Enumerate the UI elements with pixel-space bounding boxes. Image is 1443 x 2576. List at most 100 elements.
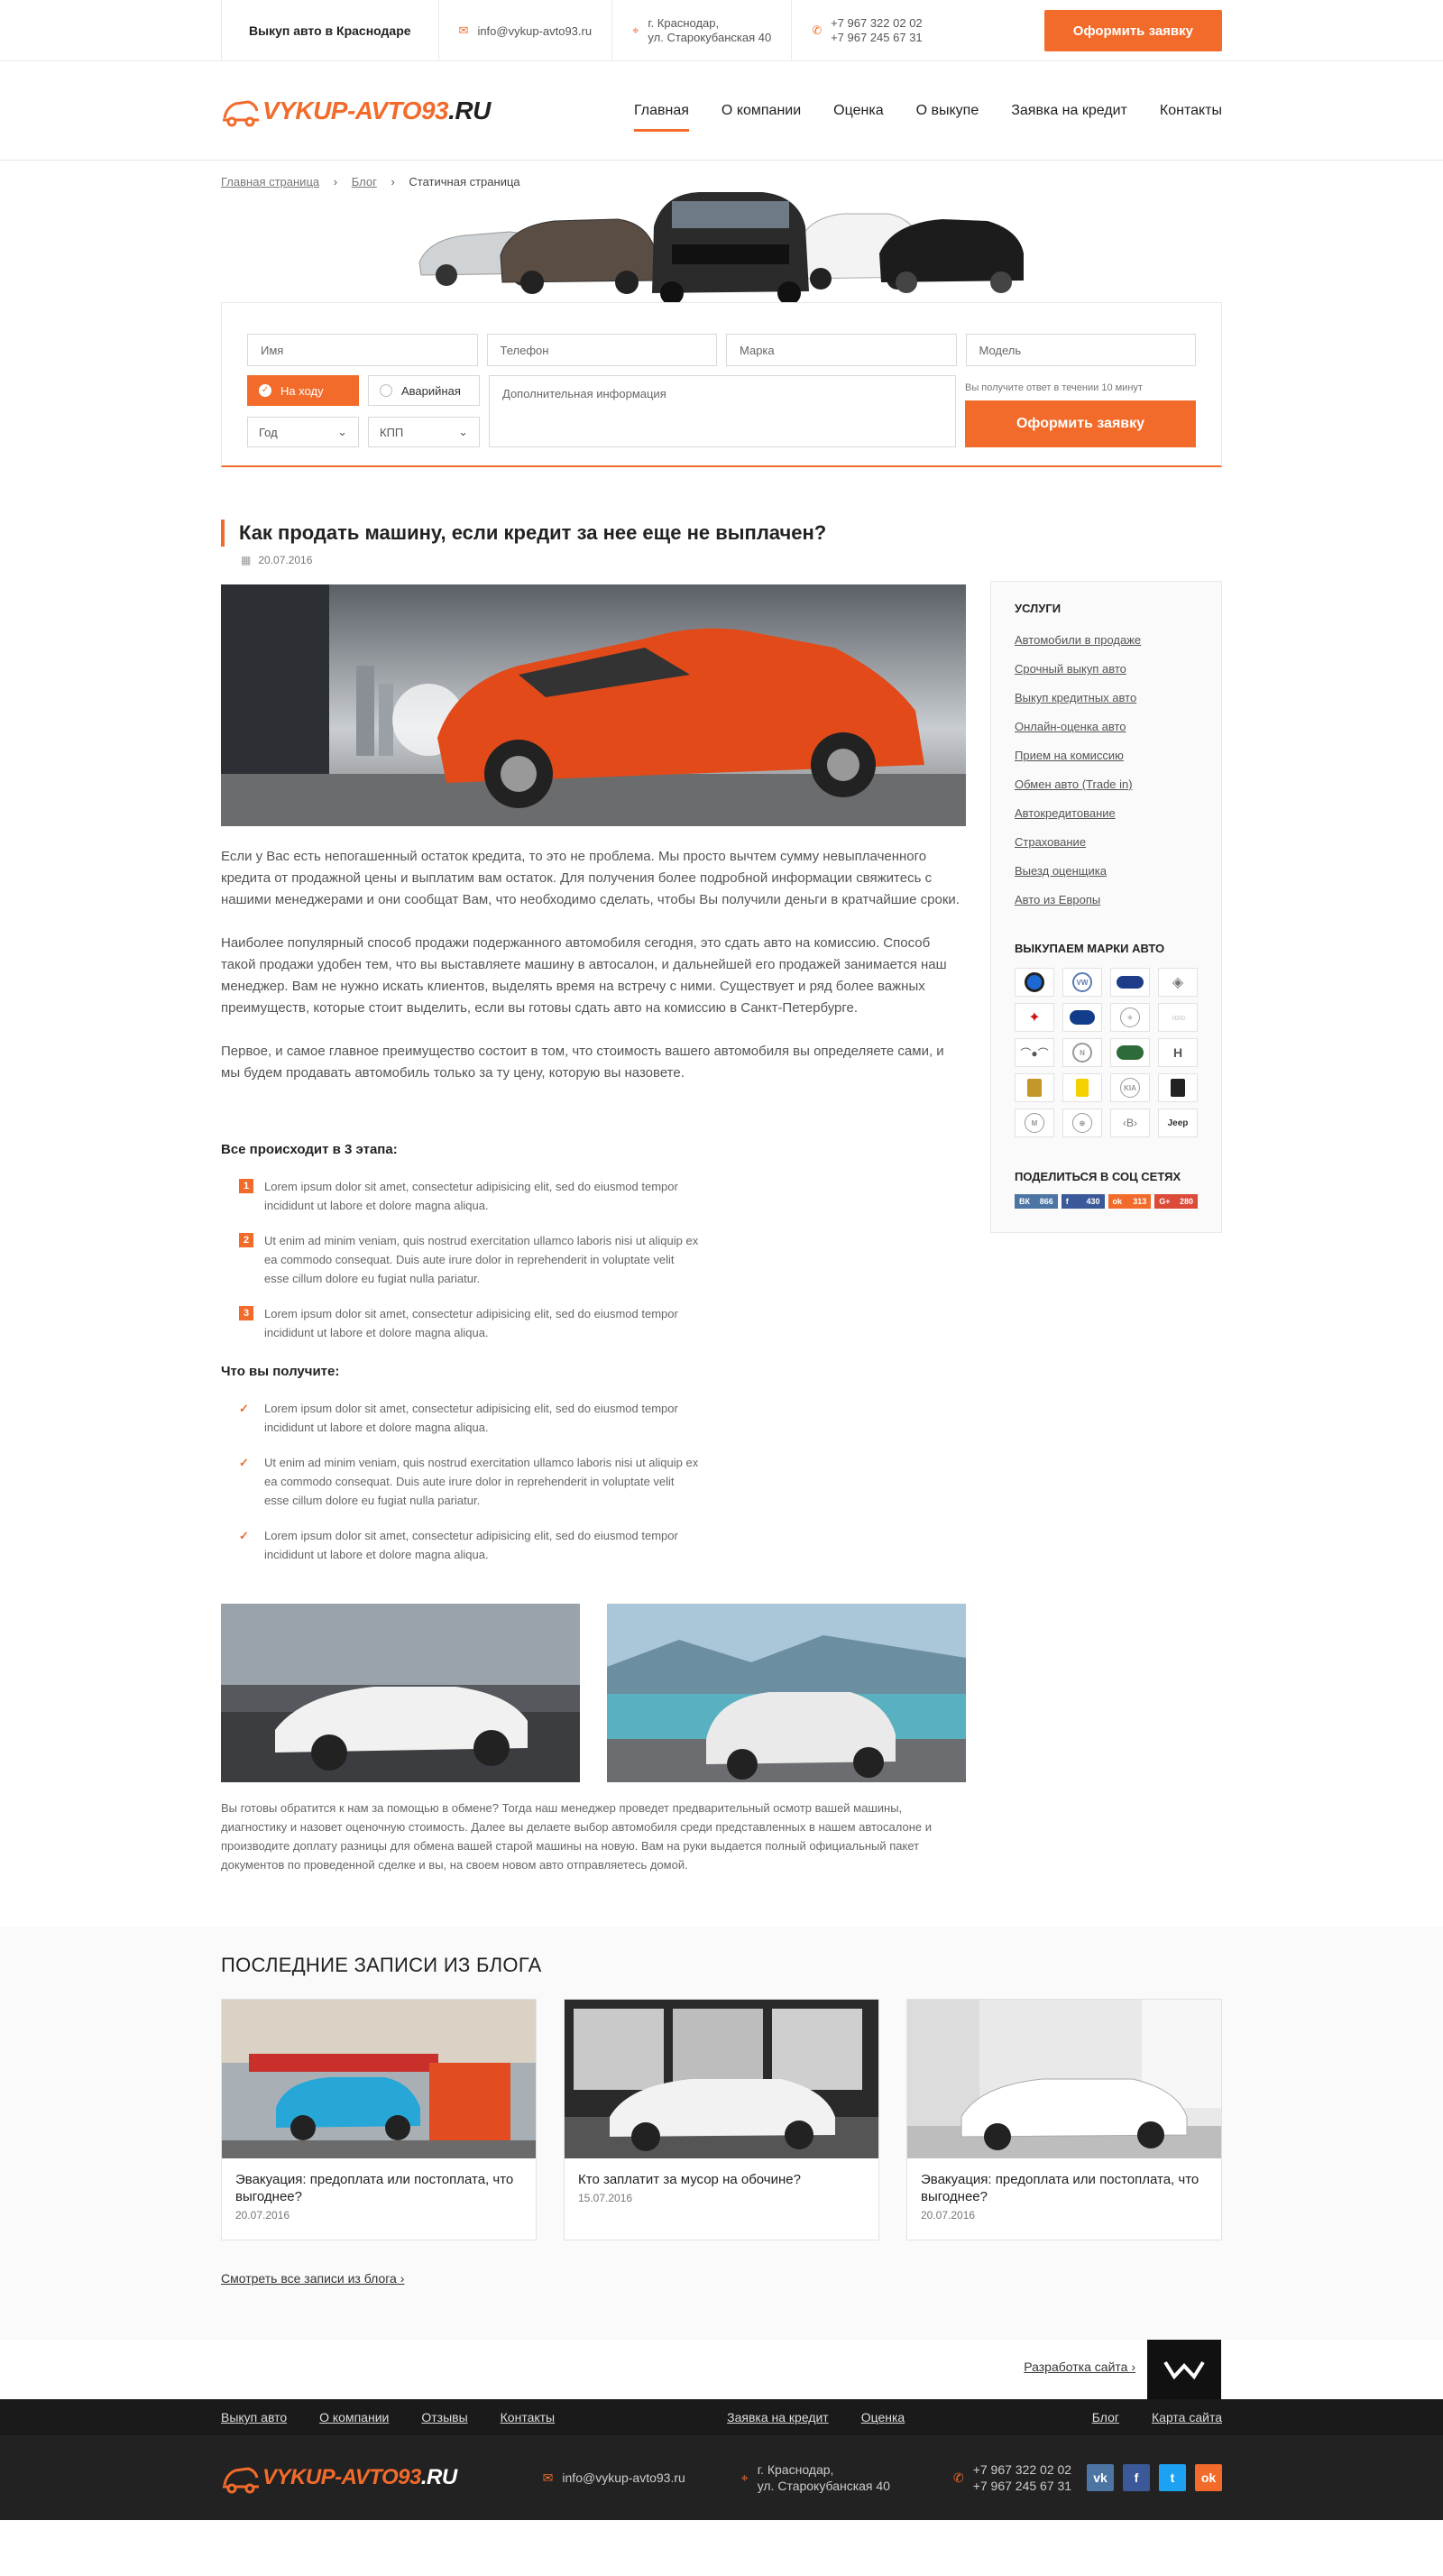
brand-input[interactable]: Марка [726, 334, 957, 366]
kia-logo-icon[interactable]: KIA [1110, 1073, 1150, 1102]
radio-damaged[interactable]: Аварийная [368, 375, 480, 406]
renault-logo-icon[interactable]: ◈ [1158, 968, 1198, 997]
service-link[interactable]: Прием на комиссию [1015, 741, 1198, 770]
service-link[interactable]: Страхование [1015, 828, 1198, 857]
service-link[interactable]: Обмен авто (Trade in) [1015, 770, 1198, 799]
benefits-heading: Что вы получите: [221, 1364, 340, 1379]
footer-link[interactable]: Карта сайта [1152, 2410, 1222, 2424]
blog-card-date: 20.07.2016 [921, 2209, 976, 2222]
nav-home[interactable]: Главная [634, 61, 689, 161]
nav-buyout[interactable]: О выкупе [916, 61, 979, 161]
footer-link[interactable]: Оценка [861, 2410, 905, 2424]
service-link[interactable]: Выезд оценщика [1015, 857, 1198, 886]
facebook-share-button[interactable]: f 430 [1061, 1194, 1105, 1209]
name-input[interactable]: Имя [247, 334, 478, 366]
ford-logo-icon[interactable] [1110, 968, 1150, 997]
footer-address-line-2: ул. Старокубанская 40 [757, 2479, 890, 2493]
footer-phones[interactable]: ✆ +7 967 322 02 02 +7 967 245 67 31 [953, 2461, 1071, 2494]
footer-link[interactable]: Блог [1092, 2410, 1119, 2424]
chevron-down-icon: ⌄ [337, 425, 347, 438]
email-text: info@vykup-avto93.ru [477, 23, 593, 38]
blog-card-title: Эвакуация: предоплата или постоплата, чт… [235, 2172, 514, 2204]
developer-link[interactable]: Разработка сайта › [1024, 2360, 1135, 2374]
article-date: ▦ 20.07.2016 [241, 554, 966, 566]
audi-logo-icon[interactable]: ○○○○ [1158, 1003, 1198, 1032]
bentley-logo-icon[interactable]: ‹B› [1110, 1109, 1150, 1137]
submit-button[interactable]: Оформить заявку [965, 400, 1196, 447]
phone-1: +7 967 322 02 02 [831, 16, 923, 30]
address-line-2: ул. Старокубанская 40 [648, 31, 772, 44]
site-logo[interactable]: VYKUP-AVTO93 .RU [221, 93, 491, 129]
info-textarea[interactable]: Дополнительная информация [489, 375, 956, 447]
phone-contact[interactable]: ✆ +7 967 322 02 02 +7 967 245 67 31 [791, 0, 942, 61]
service-link[interactable]: Онлайн-оценка авто [1015, 713, 1198, 741]
order-button[interactable]: Оформить заявку [1043, 10, 1222, 51]
subaru-logo-icon[interactable] [1062, 1003, 1102, 1032]
developer-logo-icon[interactable] [1147, 2340, 1221, 2399]
request-form: Имя Телефон Марка Модель ✓ На ходу Авари… [221, 302, 1222, 467]
footer-link[interactable]: Контакты [501, 2410, 555, 2424]
services-heading: УСЛУГИ [1015, 602, 1062, 615]
nav-contacts[interactable]: Контакты [1160, 61, 1222, 161]
bmw-logo-icon[interactable] [1015, 968, 1054, 997]
toyota-logo-icon[interactable]: ⊕ [1062, 1109, 1102, 1137]
brands-heading: ВЫКУПАЕМ МАРКИ АВТО [1015, 942, 1165, 955]
radio-running[interactable]: ✓ На ходу [247, 375, 359, 406]
service-link[interactable]: Автокредитование [1015, 799, 1198, 828]
ferrari-logo-icon[interactable] [1062, 1073, 1102, 1102]
nav-appraisal[interactable]: Оценка [833, 61, 883, 161]
service-link[interactable]: Авто из Европы [1015, 886, 1198, 915]
phone-input[interactable]: Телефон [486, 334, 717, 366]
footer-phone-1: +7 967 322 02 02 [972, 2462, 1072, 2477]
all-posts-link[interactable]: Смотреть все записи из блога › [221, 2271, 1222, 2286]
nav-credit[interactable]: Заявка на кредит [1011, 61, 1127, 161]
vk-share-button[interactable]: ВК 866 [1015, 1194, 1058, 1209]
odnoklassniki-icon[interactable]: ok [1195, 2464, 1222, 2491]
car-logo-icon [223, 2467, 259, 2494]
honda-logo-icon[interactable]: H [1158, 1038, 1198, 1067]
service-link[interactable]: Срочный выкуп авто [1015, 655, 1198, 684]
footer-email[interactable]: ✉ info@vykup-avto93.ru [543, 2470, 685, 2486]
lamborghini-logo-icon[interactable] [1158, 1073, 1198, 1102]
vk-icon[interactable]: vk [1087, 2464, 1114, 2491]
model-input[interactable]: Модель [965, 334, 1196, 366]
breadcrumb-blog[interactable]: Блог [352, 175, 377, 189]
logo-text: VYKUP-AVTO93 [262, 2465, 421, 2489]
service-link[interactable]: Автомобили в продаже [1015, 626, 1198, 655]
facebook-icon[interactable]: f [1123, 2464, 1150, 2491]
address-contact: ⌖ г. Краснодар, ул. Старокубанская 40 [611, 0, 791, 61]
footer-logo[interactable]: VYKUP-AVTO93 .RU [221, 2460, 457, 2496]
mazda-logo-icon[interactable]: M [1015, 1109, 1054, 1137]
check-icon: ✓ [239, 1529, 249, 1542]
mercedes-logo-icon[interactable]: ✧ [1110, 1003, 1150, 1032]
blog-card[interactable]: Эвакуация: предоплата или постоплата, чт… [221, 1999, 537, 2240]
blog-image-mercedes [907, 2000, 1221, 2158]
footer-link[interactable]: Заявка на кредит [727, 2410, 829, 2424]
landrover-logo-icon[interactable] [1110, 1038, 1150, 1067]
googleplus-share-button[interactable]: G+ 280 [1154, 1194, 1198, 1209]
mitsubishi-logo-icon[interactable]: ✦ [1015, 1003, 1054, 1032]
footer-link[interactable]: О компании [319, 2410, 389, 2424]
nissan-logo-icon[interactable]: N [1062, 1038, 1102, 1067]
porsche-logo-icon[interactable] [1015, 1073, 1054, 1102]
email-contact[interactable]: ✉ info@vykup-avto93.ru [437, 0, 612, 61]
footer-link[interactable]: Отзывы [421, 2410, 467, 2424]
volkswagen-logo-icon[interactable]: VW [1062, 968, 1102, 997]
blog-card[interactable]: Кто заплатит за мусор на обочине? 15.07.… [564, 1999, 879, 2240]
blog-card[interactable]: Эвакуация: предоплата или постоплата, чт… [906, 1999, 1222, 2240]
breadcrumb-home[interactable]: Главная страница [221, 175, 319, 189]
year-select[interactable]: Год ⌄ [247, 417, 359, 447]
footer-link[interactable]: Выкуп авто [221, 2410, 287, 2424]
sidebar: УСЛУГИ Автомобили в продаже Срочный выку… [990, 581, 1222, 1874]
odnoklassniki-icon: ok [1112, 1197, 1123, 1206]
service-link[interactable]: Выкуп кредитных авто [1015, 684, 1198, 713]
nav-company[interactable]: О компании [722, 61, 801, 161]
twitter-icon[interactable]: t [1159, 2464, 1186, 2491]
mini-logo-icon[interactable]: ⌒●⌒ [1015, 1038, 1054, 1067]
blog-image-tow-truck [222, 2000, 536, 2158]
gearbox-select[interactable]: КПП ⌄ [368, 417, 480, 447]
odnoklassniki-share-button[interactable]: ok 313 [1108, 1194, 1152, 1209]
jeep-logo-icon[interactable]: Jeep [1158, 1109, 1198, 1137]
step-number: 2 [239, 1233, 253, 1247]
article-title: Как продать машину, если кредит за нее е… [221, 520, 966, 547]
